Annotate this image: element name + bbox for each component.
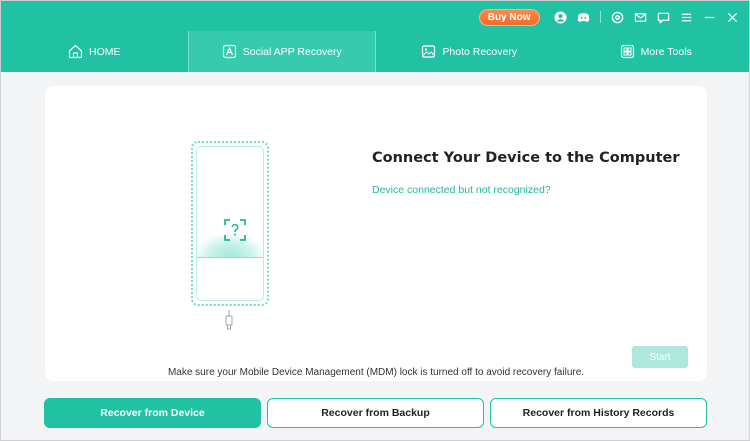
recover-from-backup-button[interactable]: Recover from Backup <box>267 398 484 428</box>
discord-icon[interactable] <box>576 10 590 24</box>
connect-device-panel: Connect Your Device to the Computer Devi… <box>45 86 707 381</box>
tab-label: HOME <box>89 45 121 58</box>
mail-icon[interactable] <box>633 10 647 24</box>
page-title: Connect Your Device to the Computer <box>372 150 680 166</box>
main-nav: HOME Social APP Recovery Photo Recovery … <box>1 31 749 72</box>
phone-screen <box>196 146 264 301</box>
tab-label: More Tools <box>640 45 692 58</box>
tab-more-tools[interactable]: More Tools <box>563 31 750 72</box>
header-bar: Buy Now HOME Social APP Recovery Photo R… <box>1 1 749 72</box>
scan-question-icon <box>224 219 246 241</box>
separator <box>599 11 601 23</box>
device-not-recognized-link[interactable]: Device connected but not recognized? <box>372 184 551 196</box>
tab-label: Social APP Recovery <box>242 45 342 58</box>
recover-from-history-button[interactable]: Recover from History Records <box>490 398 707 428</box>
tools-icon <box>620 44 635 59</box>
recover-from-device-button[interactable]: Recover from Device <box>44 398 261 428</box>
photo-icon <box>421 44 436 59</box>
menu-icon[interactable] <box>679 10 693 24</box>
tab-label: Photo Recovery <box>442 45 518 58</box>
account-icon[interactable] <box>553 10 567 24</box>
home-icon <box>68 44 83 59</box>
scan-line <box>197 257 263 258</box>
mdm-warning-note: Make sure your Mobile Device Management … <box>167 367 585 378</box>
buy-now-button[interactable]: Buy Now <box>478 8 540 26</box>
tab-home[interactable]: HOME <box>1 31 188 72</box>
tab-social-app-recovery[interactable]: Social APP Recovery <box>187 31 376 72</box>
title-bar-controls: Buy Now <box>478 6 749 28</box>
social-app-icon <box>222 44 237 59</box>
close-icon[interactable] <box>725 10 739 24</box>
feedback-icon[interactable] <box>656 10 670 24</box>
tab-photo-recovery[interactable]: Photo Recovery <box>376 31 563 72</box>
settings-icon[interactable] <box>610 10 624 24</box>
phone-illustration <box>191 141 269 306</box>
app-window: Buy Now HOME Social APP Recovery Photo R… <box>0 0 750 441</box>
minimize-icon[interactable] <box>702 10 716 24</box>
usb-cable-icon <box>225 310 233 330</box>
start-button[interactable]: Start <box>632 346 688 368</box>
recovery-mode-buttons: Recover from Device Recover from Backup … <box>44 398 707 428</box>
